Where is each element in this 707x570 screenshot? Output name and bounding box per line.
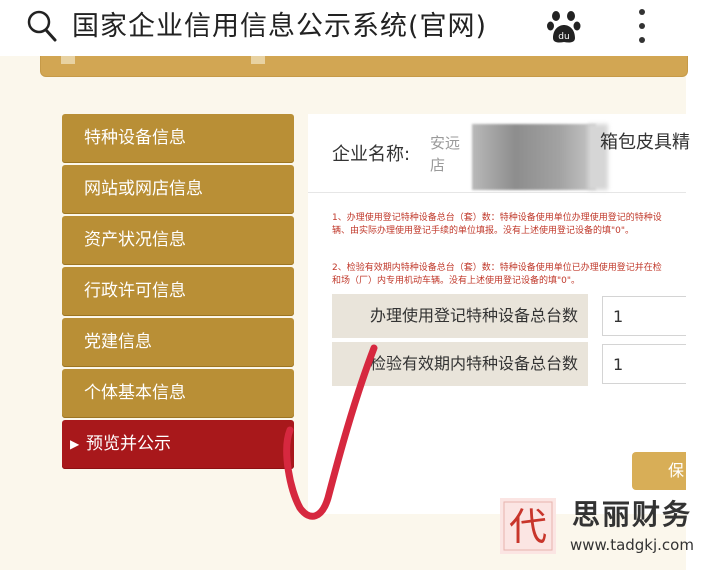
strip-mark	[61, 56, 75, 64]
sidebar-item-label: 党建信息	[84, 332, 152, 352]
sidebar-item-label: 个体基本信息	[84, 383, 186, 403]
redacted-block	[472, 124, 596, 190]
triangle-right-icon: ▶	[70, 437, 80, 451]
help-note-inspected: 2、检验有效期内特种设备总台（套）数：特种设备使用单位已办理使用登记并在检 和场…	[332, 263, 662, 286]
company-name-row: 企业名称: 安远 店 箱包皮具精	[308, 114, 690, 193]
watermark-logo-char: 代	[509, 505, 547, 549]
watermark-brand-name: 思丽财务	[572, 498, 693, 531]
top-nav-strip	[40, 56, 688, 77]
company-name-suffix: 箱包皮具精	[600, 132, 690, 153]
sidebar-item-label: 特种设备信息	[84, 128, 186, 148]
sidebar-nav: 特种设备信息 网站或网店信息 资产状况信息 行政许可信息 党建信息 个体基本信息…	[62, 114, 294, 471]
more-vertical-icon[interactable]	[636, 8, 648, 44]
baidu-paw-icon[interactable]: du	[547, 8, 581, 44]
sidebar-item-special-equipment[interactable]: 特种设备信息	[62, 114, 294, 163]
watermark-url: www.tadgkj.com	[570, 536, 694, 554]
sidebar-item-assets[interactable]: 资产状况信息	[62, 216, 294, 265]
sidebar-item-label: 预览并公示	[86, 434, 171, 454]
checkmark-annotation	[283, 344, 378, 520]
strip-mark	[251, 56, 265, 64]
save-button[interactable]: 保	[632, 452, 686, 490]
search-icon[interactable]	[26, 9, 58, 43]
watermark-logo-icon: 代	[500, 498, 556, 554]
sidebar-item-label: 行政许可信息	[84, 281, 186, 301]
sidebar-item-label: 网站或网店信息	[84, 179, 203, 199]
sidebar-item-label: 资产状况信息	[84, 230, 186, 250]
sidebar-item-website[interactable]: 网站或网店信息	[62, 165, 294, 214]
company-name-label: 企业名称:	[332, 144, 411, 165]
inspected-count-input[interactable]: 1	[602, 344, 686, 384]
help-note-registered: 1、办理使用登记特种设备总台（套）数：特种设备使用单位办理使用登记的特种设 辆、…	[332, 213, 662, 236]
page-title[interactable]: 国家企业信用信息公示系统(官网)	[72, 6, 487, 48]
registered-count-input[interactable]: 1	[602, 296, 686, 336]
sidebar-item-party[interactable]: 党建信息	[62, 318, 294, 367]
browser-search-bar: 国家企业信用信息公示系统(官网) du	[0, 0, 707, 57]
sidebar-item-basic-info[interactable]: 个体基本信息	[62, 369, 294, 418]
sidebar-item-license[interactable]: 行政许可信息	[62, 267, 294, 316]
svg-text:du: du	[558, 32, 569, 42]
company-name-prefix: 安远 店	[430, 134, 461, 174]
sidebar-item-preview-publish[interactable]: ▶ 预览并公示	[62, 420, 294, 469]
